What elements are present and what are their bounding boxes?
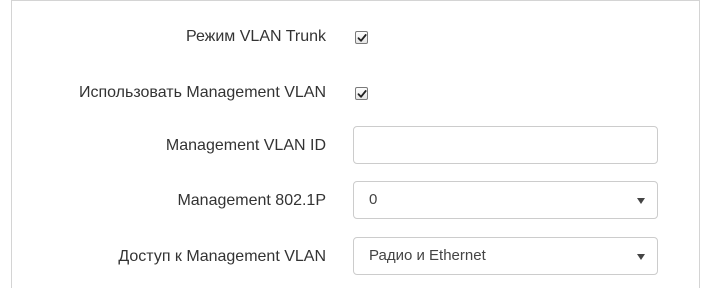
vlan-trunk-checkbox[interactable] [355,31,368,44]
use-management-vlan-checkbox[interactable] [355,87,368,100]
management-8021p-label: Management 802.1P [177,192,326,209]
management-access-label: Доступ к Management VLAN [118,248,326,265]
management-access-value: Радио и Ethernet [369,247,486,264]
management-access-select[interactable]: Радио и Ethernet [353,237,658,275]
chevron-down-icon [637,254,645,260]
management-8021p-select[interactable]: 0 [353,181,658,219]
management-8021p-value: 0 [369,191,378,208]
vlan-trunk-label: Режим VLAN Trunk [185,28,326,45]
check-icon [357,34,367,42]
management-vlan-id-input[interactable] [353,126,658,164]
management-vlan-id-label: Management VLAN ID [165,137,326,154]
check-icon [357,90,367,98]
use-management-vlan-label: Использовать Management VLAN [78,84,326,101]
chevron-down-icon [637,198,645,204]
